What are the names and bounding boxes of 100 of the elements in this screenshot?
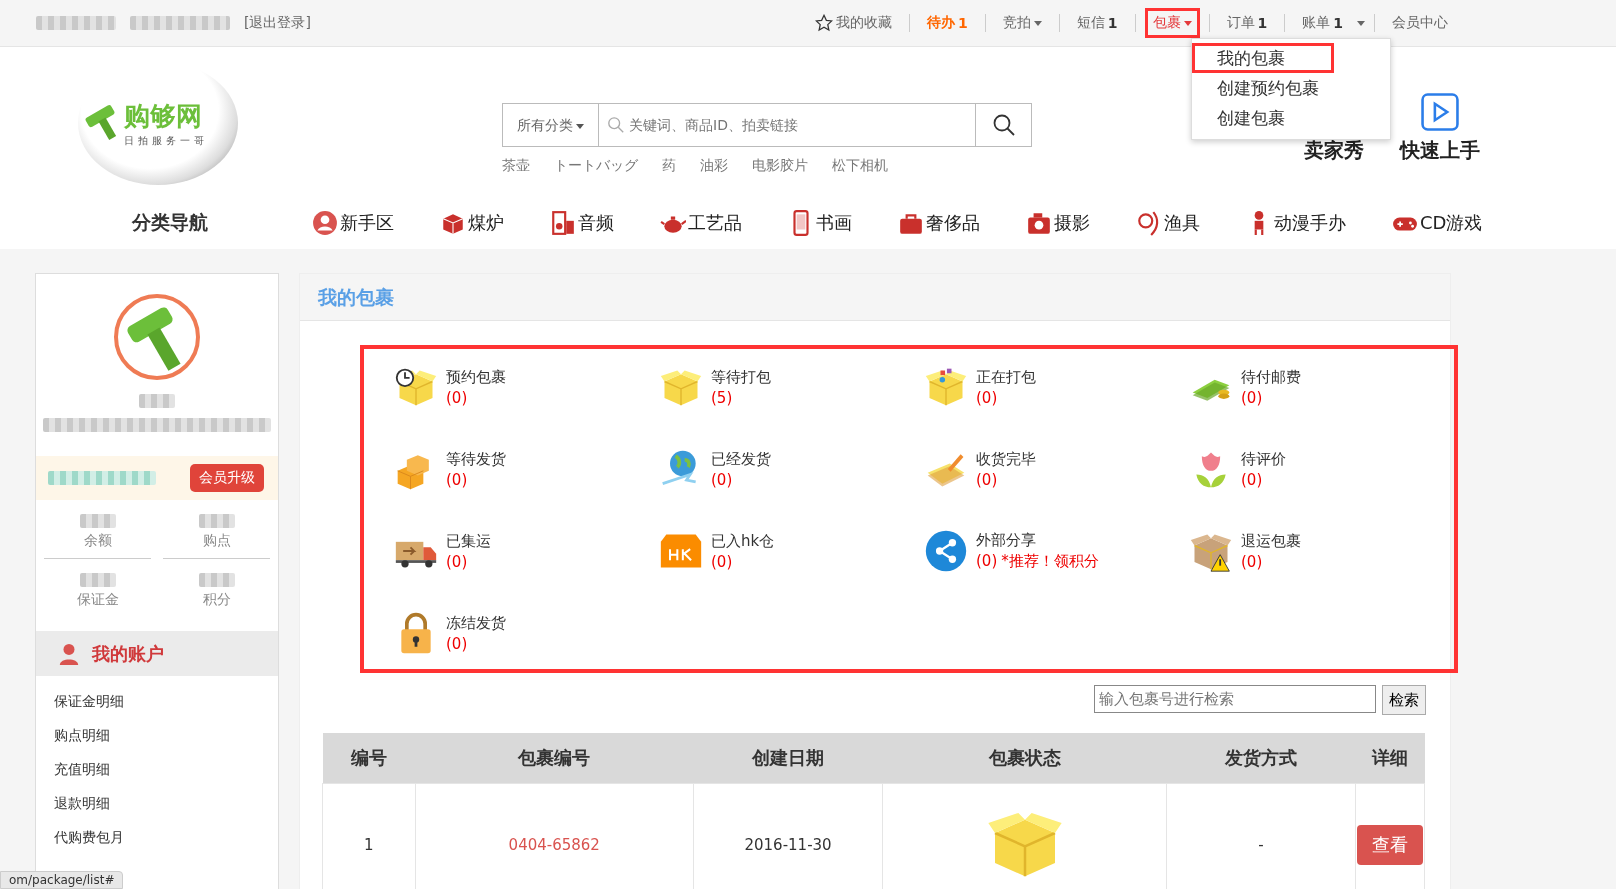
status-label[interactable]: 等待打包	[711, 367, 771, 387]
sidebar-link[interactable]: 购点明细	[36, 718, 278, 752]
nav-item[interactable]: 渔具	[1136, 210, 1200, 236]
stat-label: 购点	[202, 532, 231, 550]
status-count: (0)	[446, 470, 468, 489]
blurred-value	[198, 573, 235, 587]
blurred-value	[79, 573, 116, 587]
column-header: 包裹编号	[415, 733, 694, 784]
status-label[interactable]: 已集运	[446, 531, 491, 551]
status-label[interactable]: 已入hk仓	[711, 531, 775, 551]
status-count: (0)	[711, 552, 733, 571]
table-cell: 1	[322, 783, 416, 889]
hot-search-link[interactable]: 松下相机	[832, 157, 888, 175]
nav-item[interactable]: 奢侈品	[898, 210, 980, 236]
caret-icon	[1357, 20, 1365, 26]
status-count: (0)	[1241, 388, 1263, 407]
shortcut-link[interactable]: 快速上手	[1400, 137, 1480, 164]
status-count: (0)	[446, 388, 468, 407]
status-count: (0)	[446, 552, 468, 571]
menu-item[interactable]: 创建预约包裹	[1192, 73, 1390, 103]
status-count: (0)	[1241, 470, 1263, 489]
top-link[interactable]: 包裹	[1144, 8, 1200, 38]
search-icon	[991, 113, 1016, 137]
package-code-link[interactable]: 0404-65862	[415, 783, 694, 889]
status-label[interactable]: 外部分享	[976, 531, 1099, 550]
top-link[interactable]: 我的收藏	[807, 8, 900, 38]
table-cell: 2016-11-30	[693, 783, 883, 889]
column-header: 编号	[322, 733, 416, 784]
top-link[interactable]: 竞拍	[994, 8, 1050, 38]
blurred-value	[79, 514, 116, 528]
search-icon	[607, 116, 625, 134]
stat-label: 保证金	[76, 591, 119, 609]
status-count: (0)	[976, 552, 998, 571]
status-count: (0)	[976, 470, 998, 489]
status-count: (0)	[1241, 552, 1263, 571]
column-header: 创建日期	[693, 733, 883, 784]
category-nav-title: 分类导航	[132, 210, 209, 235]
sidebar-link[interactable]: 代购费包月	[36, 820, 278, 854]
avatar-hammer-icon	[112, 292, 202, 382]
nav-item[interactable]: CD游戏	[1392, 210, 1483, 236]
status-label[interactable]: 冻结发货	[446, 613, 506, 633]
nav-item[interactable]: 煤炉	[440, 210, 504, 236]
status-url: om/package/list#	[0, 871, 124, 889]
person-icon	[312, 210, 338, 236]
package-search-field[interactable]: 输入包裹号进行检索	[1094, 685, 1376, 713]
hot-search-link[interactable]: 茶壶	[502, 157, 530, 175]
caret-icon	[1033, 20, 1042, 26]
logo-title: 购够网	[124, 99, 203, 133]
menu-item[interactable]: 我的包裹	[1192, 43, 1334, 73]
search-button[interactable]: 检索	[1382, 685, 1426, 715]
sidebar-link[interactable]: 保证金明细	[36, 684, 278, 718]
sidebar-link[interactable]: 充值明细	[36, 752, 278, 786]
nav-item[interactable]: 书画	[788, 210, 852, 236]
top-link[interactable]: 会员中心	[1384, 8, 1456, 38]
logout-link[interactable]: [退出登录]	[244, 14, 311, 32]
sidebar-link[interactable]: 退款明细	[36, 786, 278, 820]
nav-item[interactable]: 工艺品	[660, 210, 742, 236]
status-count: (0)	[711, 470, 733, 489]
play-icon	[1421, 93, 1459, 131]
column-header: 发货方式	[1166, 733, 1356, 784]
status-label[interactable]: 收货完毕	[976, 449, 1036, 469]
page-title: 我的包裹	[300, 274, 1450, 321]
view-button[interactable]: 查看	[1357, 825, 1423, 865]
hot-search-link[interactable]: 油彩	[700, 157, 728, 175]
nav-item[interactable]: 音频	[550, 210, 614, 236]
stat-label: 积分	[202, 591, 231, 609]
camera-icon	[1026, 210, 1052, 236]
top-link[interactable]: 订单 1	[1218, 8, 1276, 38]
status-label[interactable]: 退运包裹	[1241, 531, 1301, 551]
shortcut-link[interactable]: 卖家秀	[1304, 137, 1364, 164]
blurred-nickname	[139, 394, 175, 408]
upgrade-button[interactable]: 会员升级	[190, 464, 264, 492]
menu-item[interactable]: 创建包裹	[1192, 103, 1390, 133]
share-icon	[924, 529, 968, 573]
status-label[interactable]: 已经发货	[711, 449, 771, 469]
star-icon	[815, 14, 833, 32]
top-link[interactable]: 短信 1	[1068, 8, 1126, 38]
hot-search-link[interactable]: 药	[662, 157, 676, 175]
status-count: (0)	[976, 388, 998, 407]
hot-search-link[interactable]: 电影胶片	[752, 157, 808, 175]
status-label[interactable]: 等待发货	[446, 449, 506, 469]
status-label[interactable]: 待评价	[1241, 449, 1286, 469]
status-label[interactable]: 预约包裹	[446, 367, 506, 387]
hot-search-link[interactable]: トートバッグ	[554, 157, 638, 175]
status-label[interactable]: 正在打包	[976, 367, 1036, 387]
caret-icon	[1183, 20, 1192, 26]
stat-label: 余额	[83, 532, 112, 550]
user-icon	[58, 641, 80, 666]
top-link[interactable]: 账单 1	[1294, 8, 1351, 38]
column-header: 包裹状态	[882, 733, 1167, 784]
logo-subtitle: 日拍服务一哥	[124, 133, 208, 148]
nav-item[interactable]: 摄影	[1026, 210, 1090, 236]
category-dropdown[interactable]: 所有分类	[503, 104, 599, 146]
status-count: (5)	[711, 388, 733, 407]
nav-item[interactable]: 动漫手办	[1246, 210, 1346, 236]
status-count: (0)	[446, 634, 468, 653]
nav-item[interactable]: 新手区	[312, 210, 394, 236]
status-label[interactable]: 待付邮费	[1241, 367, 1301, 387]
speaker-icon	[550, 210, 576, 236]
table-cell: -	[1166, 783, 1356, 889]
